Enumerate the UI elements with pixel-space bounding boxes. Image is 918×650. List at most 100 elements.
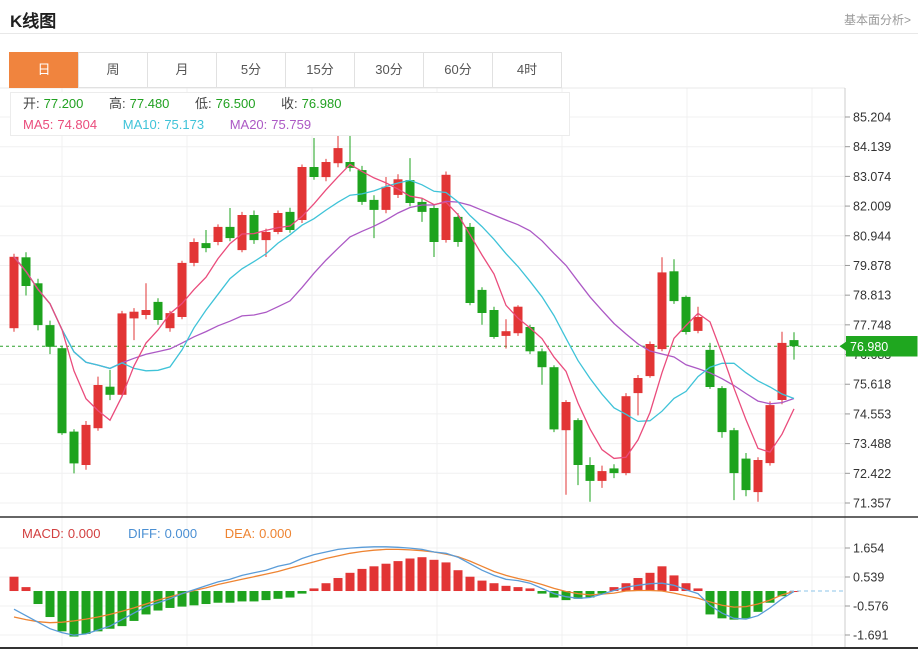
macd-value: 0.000 [68,526,101,541]
candle-body [382,187,391,210]
candle-body [262,232,271,240]
candle-body [742,459,751,491]
low-label: 低: [195,96,212,111]
candle-body [214,227,223,242]
macd-hist-bar [46,591,55,617]
macd-hist-bar [454,570,463,591]
tab-period-30分[interactable]: 30分 [354,52,424,88]
macd-hist-bar [202,591,211,604]
diff-label: DIFF: [128,526,161,541]
macd-hist-bar [382,564,391,591]
price-axis-label: 78.813 [853,289,891,303]
candle-body [670,271,679,301]
tab-period-周[interactable]: 周 [78,52,148,88]
price-axis-label: 72.422 [853,467,891,481]
price-axis-label: 83.074 [853,170,891,184]
candle-body [238,215,247,250]
tab-period-日[interactable]: 日 [9,52,79,88]
macd-hist-bar [106,591,115,629]
candle-body [82,425,91,465]
candle-body [190,242,199,263]
price-axis-label: 84.139 [853,140,891,154]
ma10-label: MA10: [123,117,161,132]
macd-hist-bar [346,573,355,591]
tab-period-4时[interactable]: 4时 [492,52,562,88]
candle-body [274,213,283,232]
candle-body [766,405,775,463]
macd-hist-bar [406,559,415,592]
candle-body [178,263,187,317]
candle-body [286,212,295,230]
price-axis-label: 85.204 [853,111,891,125]
candle-body [562,402,571,430]
candle-body [202,243,211,248]
price-axis-label: 75.618 [853,378,891,392]
macd-hist-bar [22,587,31,591]
low-value: 76.500 [216,96,256,111]
candle-body [46,325,55,347]
candle-body [250,215,259,240]
high-value: 77.480 [130,96,170,111]
price-axis-label: 82.009 [853,200,891,214]
macd-hist-bar [754,591,763,612]
candle-body [310,167,319,177]
candle-body [730,430,739,473]
candle-body [142,310,151,315]
open-label: 开: [23,96,40,111]
macd-hist-bar [394,561,403,591]
candle-body [790,340,799,346]
tab-period-月[interactable]: 月 [147,52,217,88]
candle-body [370,200,379,210]
macd-hist-bar [58,591,67,631]
diff-value: 0.000 [165,526,198,541]
ma20-label: MA20: [230,117,268,132]
tab-period-5分[interactable]: 5分 [216,52,286,88]
macd-hist-bar [94,591,103,631]
tab-period-60分[interactable]: 60分 [423,52,493,88]
macd-hist-bar [490,583,499,591]
macd-hist-bar [466,577,475,591]
candle-body [358,170,367,202]
macd-hist-bar [34,591,43,604]
macd-hist-bar [730,591,739,620]
macd-hist-bar [658,566,667,591]
candle-body [322,162,331,177]
macd-hist-bar [742,591,751,618]
candle-body [106,387,115,395]
tab-period-15分[interactable]: 15分 [285,52,355,88]
macd-hist-bar [514,587,523,591]
candle-body [118,313,127,394]
candle-body [298,167,307,220]
ma-legend-row: MA5:74.804 MA10:75.173 MA20:75.759 [11,114,569,135]
candle-body [58,348,67,433]
candle-body [586,465,595,481]
price-axis-label: 80.944 [853,229,891,243]
macd-hist-bar [190,591,199,605]
macd-hist-bar [226,591,235,603]
ma5-label: MA5: [23,117,53,132]
candle-body [490,310,499,337]
kline-page: { "header": { "title": "K线图", "link": "基… [0,0,918,650]
price-axis-label: 77.748 [853,318,891,332]
macd-axis-label: 1.654 [853,542,884,556]
candle-body [622,396,631,473]
candle-body [70,432,79,464]
macd-hist-bar [502,586,511,591]
macd-hist-bar [250,591,259,601]
macd-hist-bar [442,562,451,591]
candle-body [694,317,703,331]
macd-hist-bar [274,591,283,599]
candle-body [334,148,343,163]
macd-hist-bar [286,591,295,598]
ma5-value: 74.804 [57,117,97,132]
candle-body [718,388,727,432]
macd-hist-bar [70,591,79,637]
macd-hist-bar [334,578,343,591]
macd-legend: MACD:0.000 DIFF:0.000 DEA:0.000 [22,526,296,541]
price-axis-label: 79.878 [853,259,891,273]
macd-hist-bar [646,573,655,591]
macd-hist-bar [298,591,307,594]
price-axis-label: 71.357 [853,497,891,511]
close-label: 收: [281,96,298,111]
candle-body [226,227,235,238]
